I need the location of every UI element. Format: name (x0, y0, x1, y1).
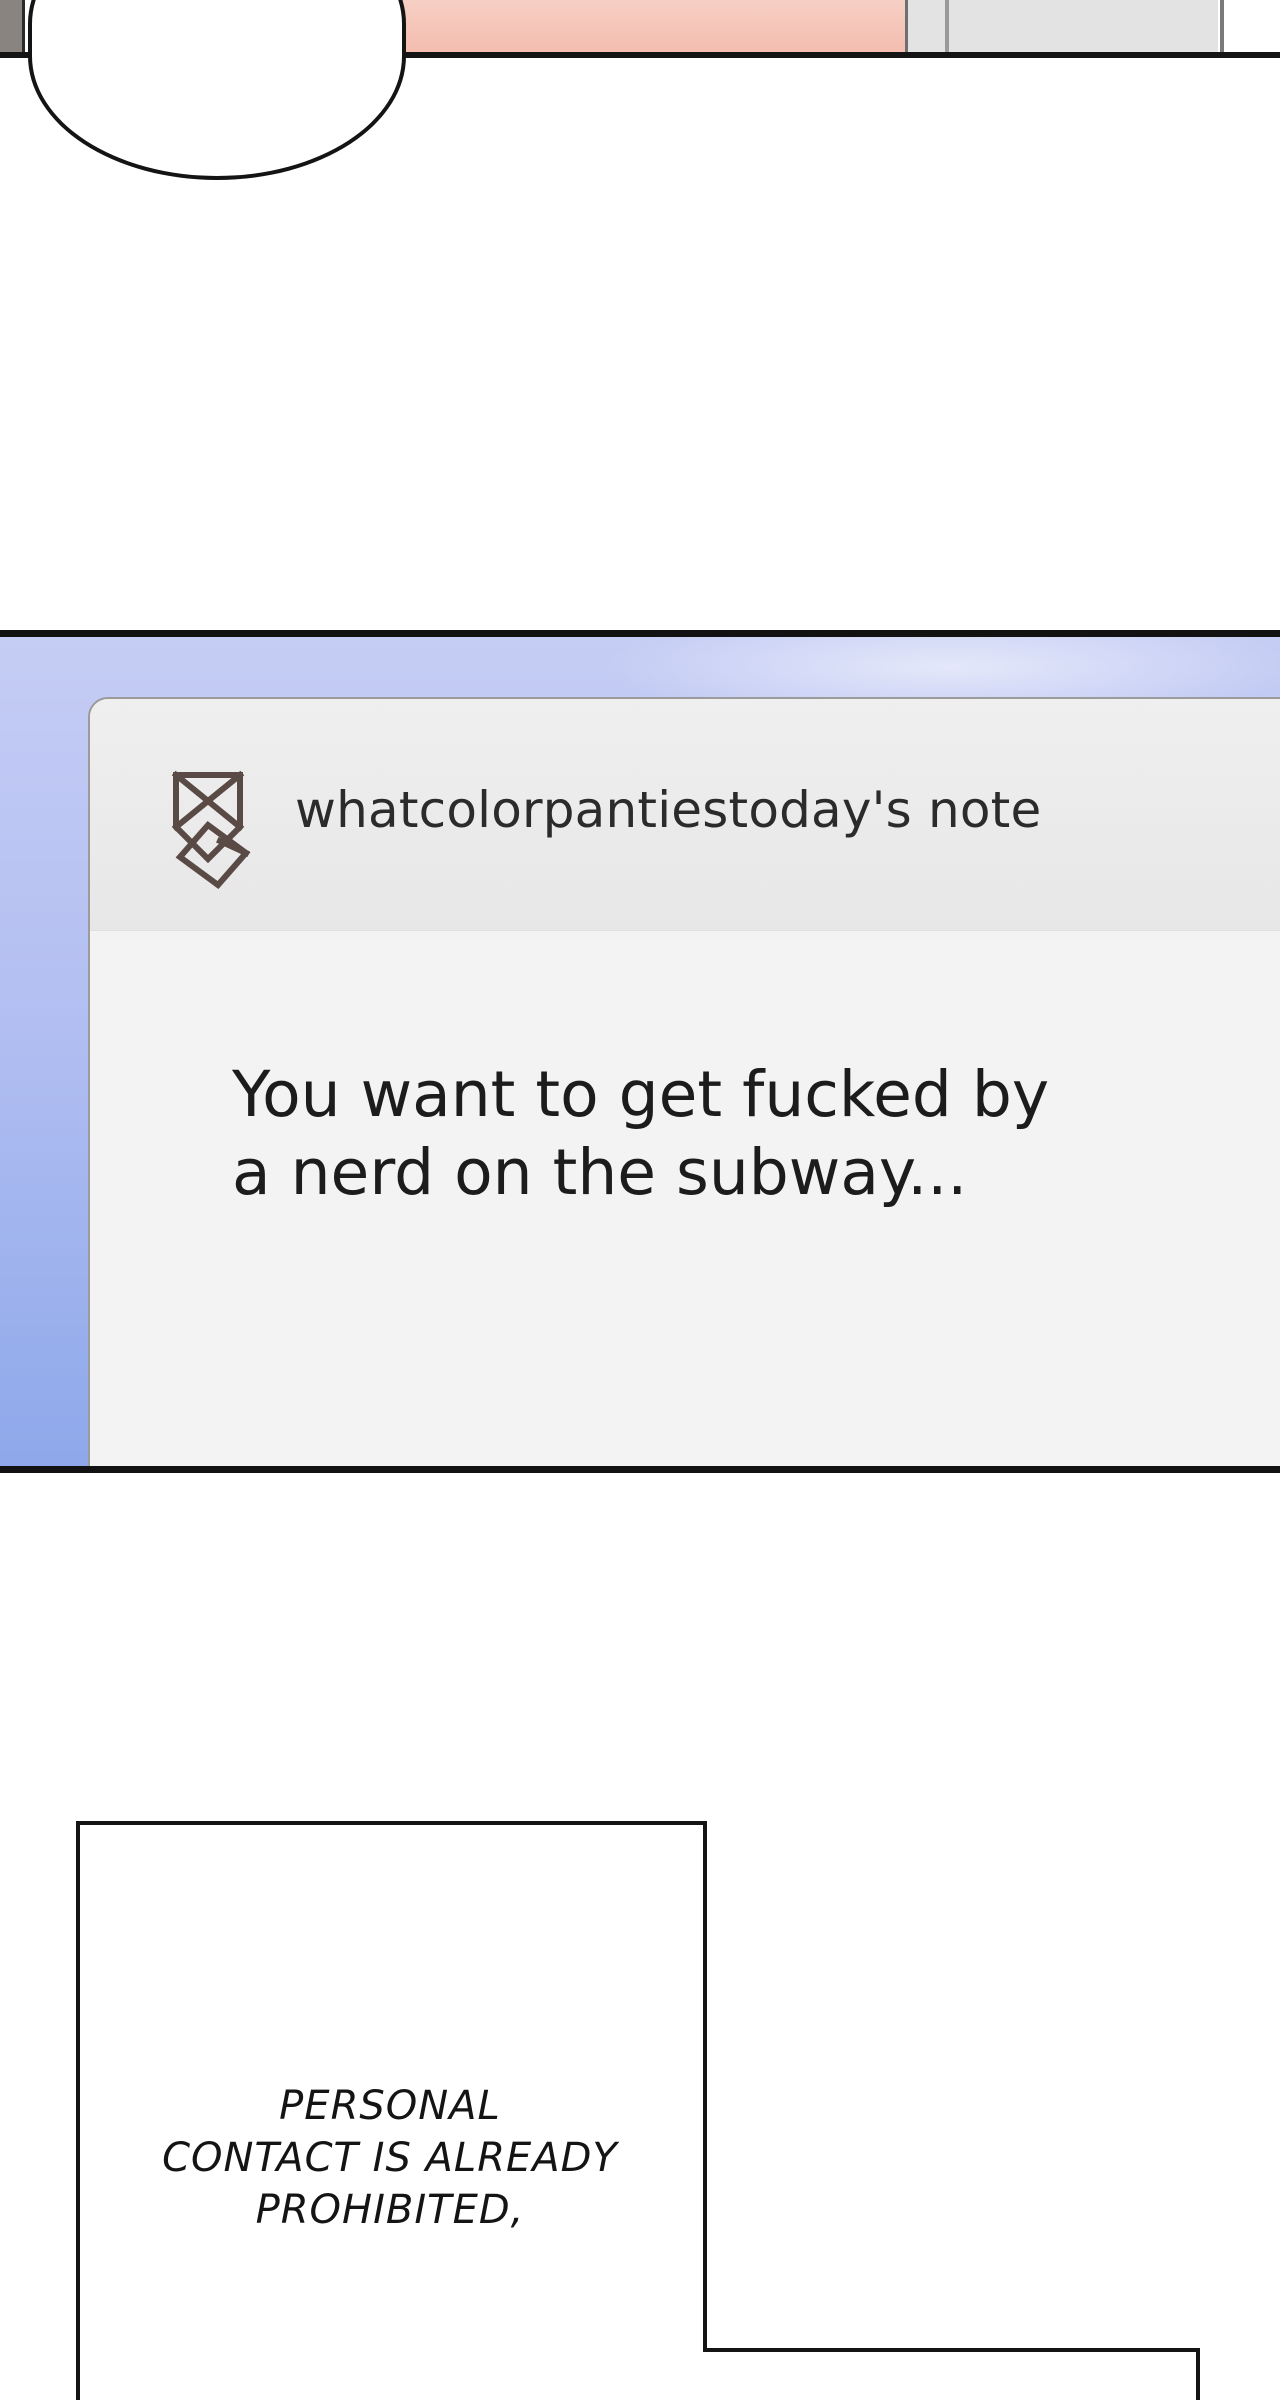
shirt-fold (1220, 0, 1224, 52)
note-header: whatcolorpantiestoday's note (90, 699, 1280, 931)
shirt-area (905, 0, 1218, 52)
note-message-line: a nerd on the subway... (232, 1136, 968, 1209)
panel-edge (0, 0, 25, 52)
note-title: whatcolorpantiestoday's note (295, 781, 1042, 839)
caption-line: PROHIBITED, (255, 2187, 525, 2233)
shirt-fold (945, 0, 949, 52)
note-message: You want to get fucked by a nerd on the … (232, 1056, 1182, 1212)
envelope-note-icon (162, 769, 262, 890)
speech-bubble (28, 0, 406, 180)
skin-area (400, 0, 910, 52)
note-panel: whatcolorpantiestoday's note You want to… (0, 630, 1280, 1473)
caption-text: PERSONAL CONTACT IS ALREADY PROHIBITED, (120, 2080, 660, 2236)
caption-line: CONTACT IS ALREADY (162, 2135, 618, 2181)
note-message-line: You want to get fucked by (232, 1058, 1050, 1131)
caption-line: PERSONAL (279, 2083, 501, 2129)
note-card: whatcolorpantiestoday's note You want to… (88, 697, 1280, 1466)
